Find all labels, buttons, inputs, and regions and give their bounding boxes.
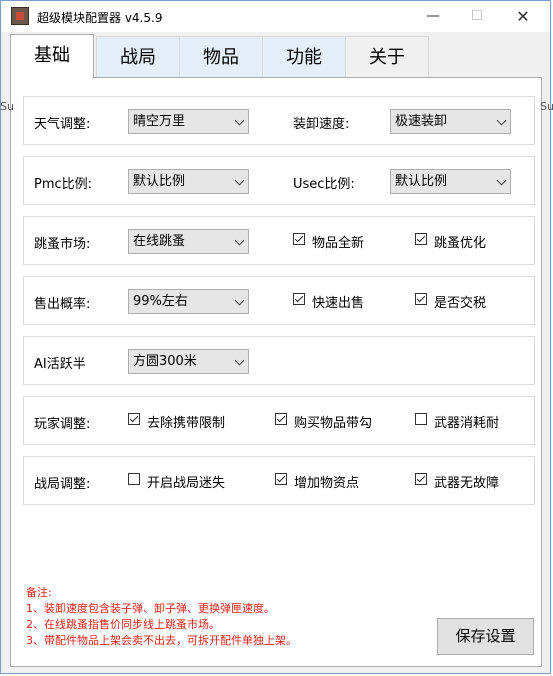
raid-lost-label: 开启战局迷失 [147,476,226,491]
chevron-down-icon [496,115,507,126]
load-speed-label: 装卸速度: [293,117,350,132]
group-faction-ratio: Pmc比例: 默认比例 Usec比例: 默认比例 [23,156,535,205]
ai-label: AI活跃半 [34,357,86,372]
fast-sell-label: 快速出售 [312,296,365,311]
notes-block: 备注: 1、装卸速度包含装子弹、卸子弹、更换弹匣速度。 2、在线跳蚤指售价同步线… [26,585,297,649]
group-flea-market: 跳蚤市场: 在线跳蚤 物品全新 跳蚤优化 [23,216,535,265]
raid-lost-checkbox[interactable] [128,473,140,485]
minimize-button[interactable]: — [410,1,456,32]
flea-select-value: 在线跳蚤 [133,234,186,249]
weapon-wear-checkbox[interactable] [415,413,427,425]
tab-items[interactable]: 物品 [179,36,263,78]
chevron-down-icon [496,175,507,186]
app-window: 超级模块配置器 v4.5.9 — ☐ ✕ 基础 战局 物品 功能 关于 天气调整… [0,0,551,674]
title-bar: 超级模块配置器 v4.5.9 — ☐ ✕ [1,1,550,32]
pmc-select[interactable]: 默认比例 [128,169,249,194]
tab-raid[interactable]: 战局 [96,36,180,78]
note-line: 1、装卸速度包含装子弹、卸子弹、更换弹匣速度。 [26,602,275,615]
close-button[interactable]: ✕ [500,1,546,32]
weather-select[interactable]: 晴空万里 [128,109,249,134]
group-raid: 战局调整: 开启战局迷失 增加物资点 武器无故障 [23,456,535,505]
window-title: 超级模块配置器 v4.5.9 [37,11,163,25]
tab-features[interactable]: 功能 [262,36,346,78]
flea-label: 跳蚤市场: [34,237,91,252]
maximize-button[interactable]: ☐ [454,1,500,32]
ai-select-value: 方圆300米 [133,354,197,369]
usec-label: Usec比例: [293,177,355,192]
group-player: 玩家调整: 去除携带限制 购买物品带勾 武器消耗耐 [23,396,535,445]
chevron-down-icon [234,295,245,306]
raid-label: 战局调整: [34,477,91,492]
load-speed-select-value: 极速装卸 [395,114,448,129]
pmc-label: Pmc比例: [34,177,93,192]
item-new-checkbox[interactable] [293,233,305,245]
buy-tick-label: 购买物品带勾 [294,416,373,431]
ai-select[interactable]: 方圆300米 [128,349,249,374]
background-window-text: Su [540,100,553,113]
background-window-text: Su [0,100,14,113]
load-speed-select[interactable]: 极速装卸 [390,109,511,134]
player-label: 玩家调整: [34,417,91,432]
tab-about[interactable]: 关于 [345,36,429,78]
usec-select[interactable]: 默认比例 [390,169,511,194]
pmc-select-value: 默认比例 [133,174,186,189]
fast-sell-checkbox[interactable] [293,293,305,305]
tab-panel-basic: 天气调整: 晴空万里 装卸速度: 极速装卸 Pmc比例: 默认比例 Usec比例… [10,77,542,667]
remove-limit-label: 去除携带限制 [147,416,226,431]
tax-label: 是否交税 [434,296,487,311]
add-loot-label: 增加物资点 [294,476,360,491]
no-malfunction-label: 武器无故障 [434,476,500,491]
no-malfunction-checkbox[interactable] [415,473,427,485]
weather-label: 天气调整: [34,117,91,132]
add-loot-checkbox[interactable] [275,473,287,485]
remove-limit-checkbox[interactable] [128,413,140,425]
chevron-down-icon [234,355,245,366]
buy-tick-checkbox[interactable] [275,413,287,425]
flea-opt-label: 跳蚤优化 [434,236,487,251]
chevron-down-icon [234,175,245,186]
sell-rate-select[interactable]: 99%左右 [128,289,249,314]
group-ai: AI活跃半 方圆300米 [23,336,535,385]
tab-basic[interactable]: 基础 [10,34,94,79]
tax-checkbox[interactable] [415,293,427,305]
chevron-down-icon [234,115,245,126]
sell-rate-label: 售出概率: [34,297,91,312]
item-new-label: 物品全新 [312,236,365,251]
weather-select-value: 晴空万里 [133,114,186,129]
sell-rate-select-value: 99%左右 [133,294,188,309]
tab-bar: 基础 战局 物品 功能 关于 [10,34,530,79]
save-settings-button[interactable]: 保存设置 [437,618,534,655]
note-line: 2、在线跳蚤指售价同步线上跳蚤市场。 [26,618,220,631]
flea-select[interactable]: 在线跳蚤 [128,229,249,254]
flea-opt-checkbox[interactable] [415,233,427,245]
app-icon [11,7,29,25]
group-sell-rate: 售出概率: 99%左右 快速出售 是否交税 [23,276,535,325]
note-line: 3、带配件物品上架会卖不出去，可拆开配件单独上架。 [26,634,297,647]
group-weather-speed: 天气调整: 晴空万里 装卸速度: 极速装卸 [23,96,535,145]
chevron-down-icon [234,235,245,246]
notes-heading: 备注: [26,586,52,599]
usec-select-value: 默认比例 [395,174,448,189]
weapon-wear-label: 武器消耗耐 [434,416,500,431]
